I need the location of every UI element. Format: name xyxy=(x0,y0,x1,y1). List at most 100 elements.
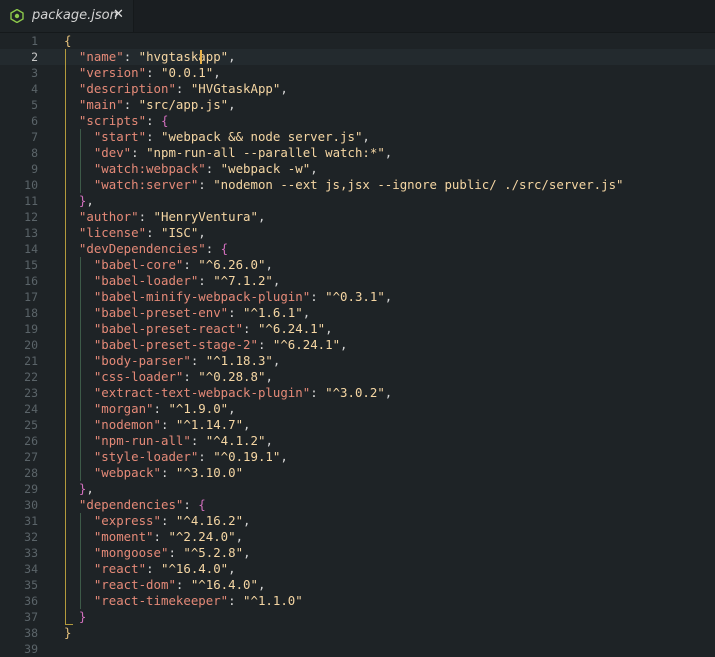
code-line[interactable]: 1{ xyxy=(0,33,715,49)
code-line[interactable]: 18 "babel-preset-env": "^1.6.1", xyxy=(0,305,715,321)
code-token: : xyxy=(160,417,176,432)
code-line[interactable]: 22 "css-loader": "^0.28.8", xyxy=(0,369,715,385)
code-line[interactable]: 4 "description": "HVGtaskApp", xyxy=(0,81,715,97)
line-number: 37 xyxy=(24,610,38,624)
code-line[interactable]: 27 "style-loader": "^0.19.1", xyxy=(0,449,715,465)
code-token: , xyxy=(265,433,273,448)
code-text: "style-loader": "^0.19.1", xyxy=(64,449,288,465)
code-line[interactable]: 19 "babel-preset-react": "^6.24.1", xyxy=(0,321,715,337)
code-line[interactable]: 37 } xyxy=(0,609,715,625)
line-number: 22 xyxy=(24,370,38,384)
code-line[interactable]: 20 "babel-preset-stage-2": "^6.24.1", xyxy=(0,337,715,353)
code-token: } xyxy=(64,625,72,640)
json-key: "name" xyxy=(78,49,124,64)
json-value: "^4.1.2" xyxy=(205,433,266,448)
code-token: , xyxy=(228,97,236,112)
code-line[interactable]: 5 "main": "src/app.js", xyxy=(0,97,715,113)
code-line[interactable]: 17 "babel-minify-webpack-plugin": "^0.3.… xyxy=(0,289,715,305)
code-token: , xyxy=(257,209,266,224)
json-value: "nodemon --ext js,jsx --ignore public/ .… xyxy=(213,177,624,192)
code-editor[interactable]: 1{2 "name": "hvgtaskapp", 3 "version": "0… xyxy=(0,32,715,656)
code-line[interactable]: 34 "react": "^16.4.0", xyxy=(0,561,715,577)
code-line[interactable]: 2 "name": "hvgtaskapp", xyxy=(0,49,715,65)
code-line[interactable]: 8 "dev": "npm-run-all --parallel watch:*… xyxy=(0,145,715,161)
code-line[interactable]: 32 "moment": "^2.24.0", xyxy=(0,529,715,545)
code-token: : xyxy=(146,225,161,240)
code-line[interactable]: 7 "start": "webpack && node server.js", xyxy=(0,129,715,145)
line-number: 8 xyxy=(31,146,38,160)
code-token: : xyxy=(153,401,169,416)
code-token: , xyxy=(310,161,318,176)
code-line[interactable]: 28 "webpack": "^3.10.0" xyxy=(0,465,715,481)
code-text: "description": "HVGtaskApp", xyxy=(64,81,288,97)
close-icon[interactable]: ✕ xyxy=(113,7,124,22)
code-line[interactable]: 31 "express": "^4.16.2", xyxy=(0,513,715,529)
code-token: { xyxy=(220,241,229,256)
code-line[interactable]: 35 "react-dom": "^16.4.0", xyxy=(0,577,715,593)
json-key: "morgan" xyxy=(93,401,154,416)
line-number: 33 xyxy=(24,546,38,560)
code-token: , xyxy=(235,529,244,544)
json-key: "dev" xyxy=(93,145,132,160)
code-line[interactable]: 33 "mongoose": "^5.2.8", xyxy=(0,545,715,561)
json-value: "^3.10.0" xyxy=(175,465,244,480)
code-token: : xyxy=(310,385,326,400)
code-token: , xyxy=(384,289,393,304)
code-line[interactable]: 23 "extract-text-webpack-plugin": "^3.0.… xyxy=(0,385,715,401)
code-line[interactable]: 3 "version": "0.0.1", xyxy=(0,65,715,81)
code-text: "body-parser": "^1.18.3", xyxy=(64,353,281,369)
code-token: : xyxy=(160,465,176,480)
code-line[interactable]: 29 }, xyxy=(0,481,715,497)
line-number: 25 xyxy=(24,418,38,432)
code-line[interactable]: 11 }, xyxy=(0,193,715,209)
code-line[interactable]: 24 "morgan": "^1.9.0", xyxy=(0,401,715,417)
code-token: : xyxy=(183,257,199,272)
code-token: , xyxy=(302,305,311,320)
line-number: 9 xyxy=(31,162,38,176)
code-token: , xyxy=(280,81,288,96)
code-line[interactable]: 13 "license": "ISC", xyxy=(0,225,715,241)
code-line[interactable]: 16 "babel-loader": "^7.1.2", xyxy=(0,273,715,289)
indent-guide-scripts xyxy=(80,129,81,193)
code-line[interactable]: 36 "react-timekeeper": "^1.1.0" xyxy=(0,593,715,609)
code-line[interactable]: 12 "author": "HenryVentura", xyxy=(0,209,715,225)
json-value: "^1.18.3" xyxy=(205,353,273,368)
json-key: "mongoose" xyxy=(93,545,169,560)
code-line[interactable]: 14 "devDependencies": { xyxy=(0,241,715,257)
code-line[interactable]: 15 "babel-core": "^6.26.0", xyxy=(0,257,715,273)
code-text: } xyxy=(64,625,71,641)
code-text: "name": "hvgtaskapp", xyxy=(64,49,236,65)
code-line[interactable]: 30 "dependencies": { xyxy=(0,497,715,513)
line-number: 29 xyxy=(24,482,38,496)
json-value: "webpack -w" xyxy=(220,161,311,176)
code-text: "moment": "^2.24.0", xyxy=(64,529,243,545)
code-line[interactable]: 9 "watch:webpack": "webpack -w", xyxy=(0,161,715,177)
json-key: "description" xyxy=(78,81,176,96)
code-line[interactable]: 6 "scripts": { xyxy=(0,113,715,129)
code-token: : xyxy=(183,497,199,512)
code-line[interactable]: 38} xyxy=(0,625,715,641)
code-text: "author": "HenryVentura", xyxy=(64,209,266,225)
code-line[interactable]: 39 xyxy=(0,641,715,657)
line-number: 11 xyxy=(24,194,38,208)
code-line[interactable]: 26 "npm-run-all": "^4.1.2", xyxy=(0,433,715,449)
code-line[interactable]: 25 "nodemon": "^1.14.7", xyxy=(0,417,715,433)
code-token: , xyxy=(243,417,251,432)
line-number: 35 xyxy=(24,578,38,592)
code-line[interactable]: 10 "watch:server": "nodemon --ext js,jsx… xyxy=(0,177,715,193)
json-value: "^6.26.0" xyxy=(198,257,266,272)
tab-package-json[interactable]: package.json ✕ xyxy=(0,0,134,32)
code-line[interactable]: 21 "body-parser": "^1.18.3", xyxy=(0,353,715,369)
json-key: "license" xyxy=(78,225,147,240)
tab-filename: package.json xyxy=(32,8,118,23)
code-token: : xyxy=(183,369,199,384)
code-text: "mongoose": "^5.2.8", xyxy=(64,545,251,561)
